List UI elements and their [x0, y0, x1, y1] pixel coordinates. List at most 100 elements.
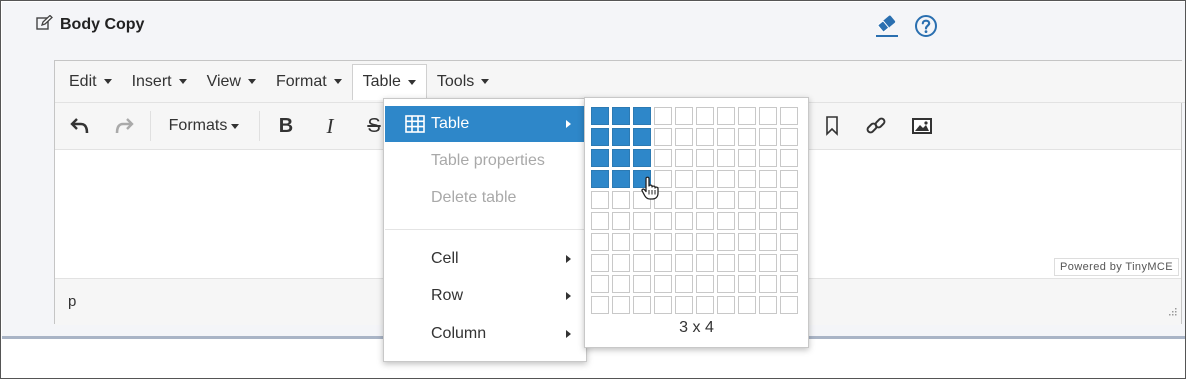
grid-cell[interactable]	[612, 170, 630, 188]
grid-cell[interactable]	[675, 296, 693, 314]
grid-cell[interactable]	[780, 107, 798, 125]
grid-cell[interactable]	[780, 296, 798, 314]
formats-dropdown[interactable]: Formats	[159, 113, 249, 139]
grid-cell[interactable]	[717, 296, 735, 314]
grid-cell[interactable]	[780, 212, 798, 230]
grid-cell[interactable]	[759, 170, 777, 188]
grid-cell[interactable]	[633, 212, 651, 230]
grid-cell[interactable]	[591, 170, 609, 188]
grid-cell[interactable]	[780, 128, 798, 146]
grid-cell[interactable]	[717, 233, 735, 251]
grid-cell[interactable]	[738, 191, 756, 209]
grid-cell[interactable]	[654, 107, 672, 125]
grid-cell[interactable]	[780, 275, 798, 293]
help-icon[interactable]	[914, 14, 938, 43]
grid-cell[interactable]	[717, 254, 735, 272]
grid-cell[interactable]	[612, 149, 630, 167]
grid-cell[interactable]	[738, 107, 756, 125]
grid-cell[interactable]	[759, 275, 777, 293]
grid-cell[interactable]	[738, 233, 756, 251]
grid-cell[interactable]	[696, 107, 714, 125]
link-icon[interactable]	[863, 113, 889, 139]
grid-cell[interactable]	[654, 296, 672, 314]
eraser-icon[interactable]	[874, 13, 900, 44]
grid-cell[interactable]	[612, 296, 630, 314]
grid-cell[interactable]	[717, 170, 735, 188]
grid-cell[interactable]	[738, 296, 756, 314]
image-icon[interactable]	[909, 113, 935, 139]
grid-cell[interactable]	[675, 212, 693, 230]
italic-icon[interactable]: I	[317, 113, 343, 139]
undo-icon[interactable]	[67, 113, 93, 139]
grid-cell[interactable]	[612, 107, 630, 125]
menu-format[interactable]: Format	[266, 64, 352, 100]
menu-item-delete-table[interactable]: Delete table	[385, 180, 585, 216]
grid-cell[interactable]	[696, 233, 714, 251]
menu-item-cell[interactable]: Cell	[385, 241, 585, 277]
menu-item-table-properties[interactable]: Table properties	[385, 143, 585, 179]
grid-cell[interactable]	[591, 296, 609, 314]
menu-edit[interactable]: Edit	[59, 64, 122, 100]
grid-cell[interactable]	[717, 107, 735, 125]
grid-cell[interactable]	[696, 275, 714, 293]
grid-cell[interactable]	[696, 170, 714, 188]
grid-cell[interactable]	[591, 107, 609, 125]
grid-cell[interactable]	[675, 275, 693, 293]
menu-item-column[interactable]: Column	[385, 316, 585, 352]
element-path[interactable]: p	[68, 293, 76, 310]
grid-cell[interactable]	[780, 191, 798, 209]
grid-cell[interactable]	[738, 149, 756, 167]
grid-cell[interactable]	[612, 233, 630, 251]
grid-cell[interactable]	[612, 254, 630, 272]
grid-cell[interactable]	[696, 212, 714, 230]
grid-cell[interactable]	[717, 212, 735, 230]
grid-cell[interactable]	[612, 191, 630, 209]
grid-cell[interactable]	[759, 191, 777, 209]
grid-cell[interactable]	[591, 254, 609, 272]
grid-cell[interactable]	[759, 212, 777, 230]
grid-cell[interactable]	[633, 107, 651, 125]
menu-item-table[interactable]: Table	[385, 106, 585, 142]
menu-insert[interactable]: Insert	[122, 64, 197, 100]
menu-item-row[interactable]: Row	[385, 278, 585, 314]
bold-icon[interactable]: B	[273, 113, 299, 139]
menu-view[interactable]: View	[197, 64, 266, 100]
grid-cell[interactable]	[696, 254, 714, 272]
grid-cell[interactable]	[675, 128, 693, 146]
grid-cell[interactable]	[591, 149, 609, 167]
grid-cell[interactable]	[612, 275, 630, 293]
grid-cell[interactable]	[717, 191, 735, 209]
grid-cell[interactable]	[759, 128, 777, 146]
grid-cell[interactable]	[717, 149, 735, 167]
grid-cell[interactable]	[759, 254, 777, 272]
grid-cell[interactable]	[675, 254, 693, 272]
grid-cell[interactable]	[654, 128, 672, 146]
grid-cell[interactable]	[696, 296, 714, 314]
grid-cell[interactable]	[759, 296, 777, 314]
grid-cell[interactable]	[654, 275, 672, 293]
grid-cell[interactable]	[591, 191, 609, 209]
grid-cell[interactable]	[738, 128, 756, 146]
grid-cell[interactable]	[675, 233, 693, 251]
grid-cell[interactable]	[633, 233, 651, 251]
grid-cell[interactable]	[738, 254, 756, 272]
bookmark-icon[interactable]	[819, 113, 845, 139]
grid-cell[interactable]	[591, 128, 609, 146]
grid-cell[interactable]	[738, 170, 756, 188]
grid-cell[interactable]	[591, 212, 609, 230]
grid-cell[interactable]	[591, 233, 609, 251]
grid-cell[interactable]	[780, 170, 798, 188]
grid-cell[interactable]	[675, 191, 693, 209]
grid-cell[interactable]	[780, 149, 798, 167]
grid-cell[interactable]	[675, 149, 693, 167]
grid-cell[interactable]	[654, 212, 672, 230]
grid-cell[interactable]	[654, 233, 672, 251]
grid-cell[interactable]	[675, 170, 693, 188]
grid-cell[interactable]	[633, 296, 651, 314]
grid-cell[interactable]	[696, 191, 714, 209]
grid-cell[interactable]	[738, 275, 756, 293]
grid-cell[interactable]	[717, 275, 735, 293]
grid-cell[interactable]	[696, 128, 714, 146]
grid-cell[interactable]	[759, 149, 777, 167]
grid-cell[interactable]	[612, 212, 630, 230]
